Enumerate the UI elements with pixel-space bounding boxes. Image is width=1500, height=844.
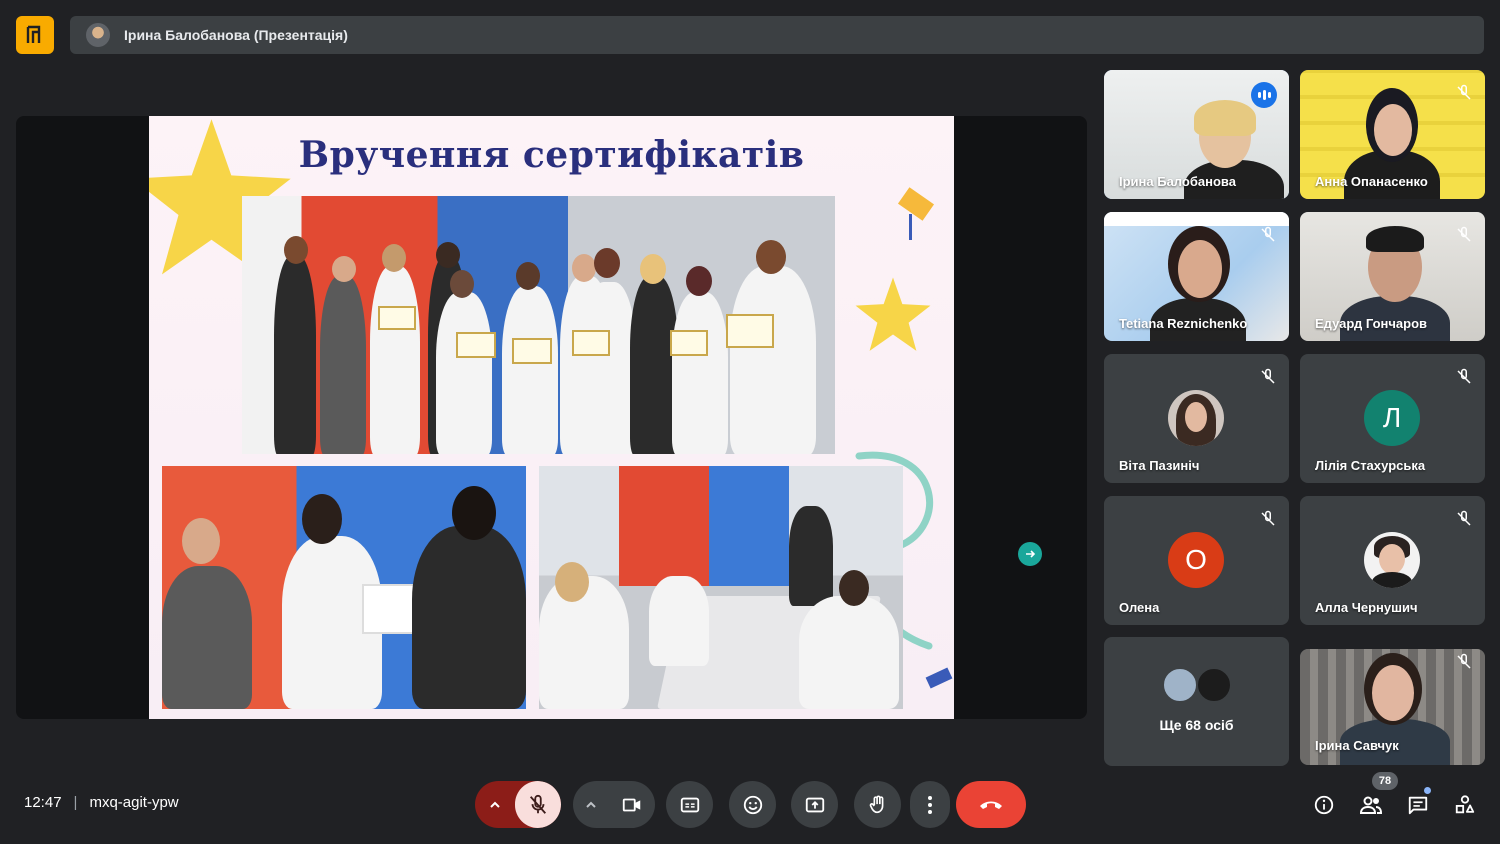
avatar	[1364, 532, 1420, 588]
reactions-button[interactable]	[729, 781, 776, 828]
activities-icon	[1455, 795, 1475, 814]
avatar	[1162, 667, 1198, 703]
participant-tile[interactable]: Едуард Гончаров	[1300, 212, 1485, 341]
avatar-initial: О	[1168, 532, 1224, 588]
meeting-code[interactable]: mxq-agit-ypw	[89, 794, 178, 811]
group-photo	[242, 196, 835, 454]
participant-name: Олена	[1119, 600, 1160, 615]
star-decoration-icon	[855, 277, 931, 351]
more-participants-label: Ще 68 осіб	[1159, 717, 1234, 733]
present-icon	[805, 797, 824, 812]
mic-off-icon	[529, 794, 547, 814]
camera-toggle-button[interactable]	[609, 781, 655, 828]
clock-time: 12:47	[24, 794, 62, 811]
mic-off-icon	[1457, 226, 1471, 242]
mic-off-icon	[1457, 368, 1471, 384]
avatar	[1196, 667, 1232, 703]
chat-icon	[1408, 796, 1428, 815]
mic-off-icon	[1457, 510, 1471, 526]
presenter-avatar	[86, 23, 110, 47]
participant-name: Лілія Стахурська	[1315, 458, 1426, 473]
participant-name: Анна Опанасенко	[1315, 174, 1428, 189]
participant-tile[interactable]: Tetiana Reznichenko	[1104, 212, 1289, 341]
raise-hand-icon	[869, 795, 883, 813]
chevron-up-icon	[586, 801, 596, 808]
leave-call-button[interactable]	[956, 781, 1026, 828]
participant-name: Ірина Балобанова	[1119, 174, 1236, 189]
meeting-info: 12:47 | mxq-agit-ypw	[24, 794, 179, 811]
mic-off-icon	[1457, 84, 1471, 100]
videocam-icon	[622, 798, 641, 811]
participant-tile[interactable]: Анна Опанасенко	[1300, 70, 1485, 199]
activities-button[interactable]	[1452, 792, 1478, 818]
mic-off-icon	[1261, 226, 1275, 242]
chat-button[interactable]	[1405, 792, 1431, 818]
captions-icon	[680, 797, 699, 812]
mic-off-icon	[1261, 510, 1275, 526]
unread-indicator	[1424, 787, 1431, 794]
more-options-button[interactable]	[910, 781, 950, 828]
participant-name: Віта Пазиніч	[1119, 458, 1200, 473]
call-end-icon	[980, 801, 1002, 809]
presenter-bar: Ірина Балобанова (Презентація)	[70, 16, 1484, 54]
seminar-photo	[539, 466, 903, 709]
participant-tile[interactable]: Ірина Савчук	[1300, 649, 1485, 765]
more-vert-icon	[928, 795, 932, 814]
presenter-title: Ірина Балобанова (Презентація)	[124, 27, 348, 43]
people-icon	[1359, 796, 1383, 814]
confetti-decoration	[925, 667, 953, 689]
people-button[interactable]	[1358, 792, 1384, 818]
participant-tile[interactable]: О Олена	[1104, 496, 1289, 625]
mic-toggle-button[interactable]	[515, 781, 561, 828]
meeting-details-button[interactable]	[1311, 792, 1337, 818]
video-options-button[interactable]	[573, 781, 609, 828]
info-icon	[1314, 795, 1334, 815]
participant-tile[interactable]: Віта Пазиніч	[1104, 354, 1289, 483]
chevron-up-icon	[490, 801, 500, 808]
presentation-slide: Вручення сертифікатів	[149, 116, 954, 719]
mic-off-icon	[1457, 653, 1471, 669]
participant-tile[interactable]: Л Лілія Стахурська	[1300, 354, 1485, 483]
emoji-icon	[743, 795, 762, 814]
captions-button[interactable]	[666, 781, 713, 828]
arrow-right-icon[interactable]	[1018, 542, 1042, 566]
participant-name: Едуард Гончаров	[1315, 316, 1428, 331]
present-screen-button[interactable]	[791, 781, 838, 828]
meet-logo-icon[interactable]	[16, 16, 54, 54]
audio-options-button[interactable]	[475, 781, 515, 828]
more-participants-tile[interactable]: Ще 68 осіб	[1104, 637, 1289, 766]
raise-hand-button[interactable]	[854, 781, 901, 828]
handshake-photo	[162, 466, 526, 709]
confetti-decoration	[897, 187, 935, 221]
microphone-control	[475, 781, 561, 828]
speaking-indicator-icon	[1251, 82, 1277, 108]
participant-tile[interactable]: Ірина Балобанова	[1104, 70, 1289, 199]
participant-name: Ірина Савчук	[1315, 738, 1399, 753]
slide-title: Вручення сертифікатів	[298, 134, 805, 176]
camera-control	[573, 781, 655, 828]
presentation-stage[interactable]: Вручення сертифікатів	[16, 116, 1087, 719]
avatar-initial: Л	[1364, 390, 1420, 446]
participant-name: Tetiana Reznichenko	[1119, 316, 1248, 331]
confetti-decoration	[909, 214, 912, 240]
participant-name: Алла Чернушич	[1315, 600, 1418, 615]
people-count-badge: 78	[1372, 772, 1398, 790]
avatar	[1168, 390, 1224, 446]
participant-tile[interactable]: Алла Чернушич	[1300, 496, 1485, 625]
mic-off-icon	[1261, 368, 1275, 384]
